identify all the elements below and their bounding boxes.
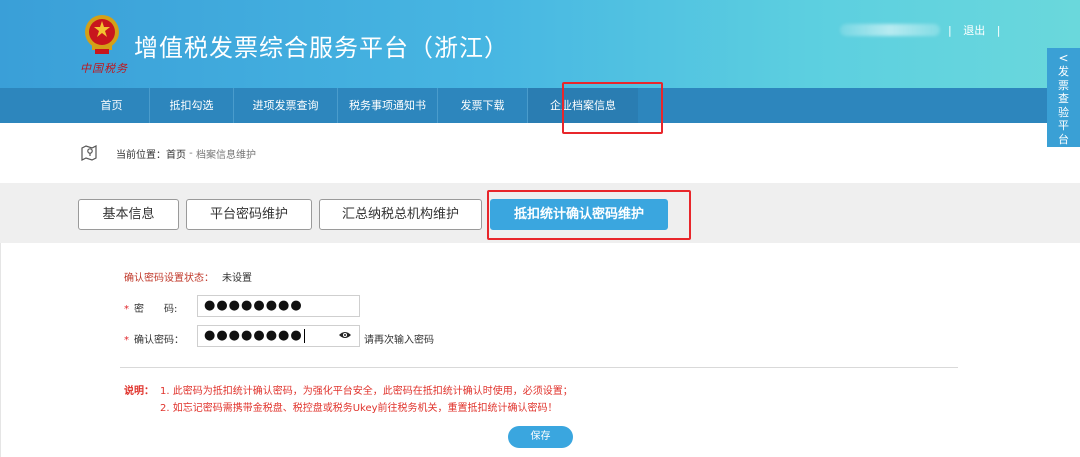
nav-item-home[interactable]: 首页: [74, 88, 150, 123]
tab-platform-password[interactable]: 平台密码维护: [186, 199, 312, 230]
notes-line-2: 2. 如忘记密码需携带金税盘、税控盘或税务Ukey前往税务机关，重置抵扣统计确认…: [160, 403, 558, 414]
notes-prefix: 说明：: [124, 386, 154, 397]
password-status-label: 确认密码设置状态：: [124, 273, 214, 284]
notes-line-1: 1. 此密码为抵扣统计确认密码，为强化平台安全，此密码在抵扣统计确认时使用，必须…: [160, 386, 573, 397]
user-name-blurred: [840, 24, 940, 36]
tab-basic-info[interactable]: 基本信息: [78, 199, 179, 230]
highlight-box-tab: [487, 190, 691, 240]
save-button[interactable]: 保存: [508, 426, 573, 448]
nav-item-invoice-download[interactable]: 发票下载: [438, 88, 528, 123]
breadcrumb-prefix[interactable]: 当前位置：首页: [116, 146, 186, 161]
site-header: 中国税务 增值税发票综合服务平台（浙江） | 退出 |: [0, 0, 1080, 88]
nav-item-input-invoice-query[interactable]: 进项发票查询: [234, 88, 338, 123]
header-separator: |: [996, 24, 1001, 37]
password-label: 密 码:: [134, 304, 178, 315]
eye-icon[interactable]: [338, 330, 352, 340]
breadcrumb: 当前位置：首页 - 档案信息维护: [80, 143, 256, 163]
content-left-border: [0, 243, 1, 457]
required-mark: *: [124, 335, 129, 346]
logo-script-text: 中国税务: [80, 62, 128, 75]
site-title: 增值税发票综合服务平台（浙江）: [134, 34, 509, 62]
password-input[interactable]: ●●●●●●●●: [197, 295, 360, 317]
text-cursor: [303, 328, 305, 343]
form-divider: [120, 367, 958, 368]
confirm-password-input[interactable]: ●●●●●●●●: [197, 325, 360, 347]
password-label-row: * 密 码:: [124, 300, 177, 315]
map-location-icon: [81, 145, 97, 161]
password-status-value: 未设置: [222, 273, 252, 284]
main-nav: 首页 抵扣勾选 进项发票查询 税务事项通知书 发票下载 企业档案信息: [0, 88, 1080, 123]
confirm-label-row: * 确认密码：: [124, 331, 184, 346]
side-tab-label: 发票查验平台: [1058, 65, 1069, 146]
password-status-row: 确认密码设置状态： 未设置: [124, 269, 252, 284]
logout-link[interactable]: 退出: [963, 24, 985, 37]
required-mark: *: [124, 304, 129, 315]
breadcrumb-current: 档案信息维护: [195, 149, 256, 161]
invoice-verify-side-tab[interactable]: < 发票查验平台: [1047, 48, 1080, 147]
nav-item-deduction-select[interactable]: 抵扣勾选: [150, 88, 234, 123]
tab-consolidated-tax-org[interactable]: 汇总纳税总机构维护: [319, 199, 482, 230]
nav-item-tax-notice[interactable]: 税务事项通知书: [338, 88, 438, 123]
confirm-password-label: 确认密码：: [134, 335, 184, 346]
header-separator: |: [948, 24, 952, 37]
confirm-password-hint: 请再次输入密码: [364, 335, 434, 346]
national-emblem-icon: [85, 15, 119, 54]
header-links: | 退出 |: [944, 22, 1004, 38]
chevron-left-icon: <: [1058, 51, 1069, 65]
breadcrumb-separator: -: [186, 147, 196, 159]
highlight-box-nav: [562, 82, 663, 134]
confirm-password-value: ●●●●●●●●: [204, 328, 303, 343]
